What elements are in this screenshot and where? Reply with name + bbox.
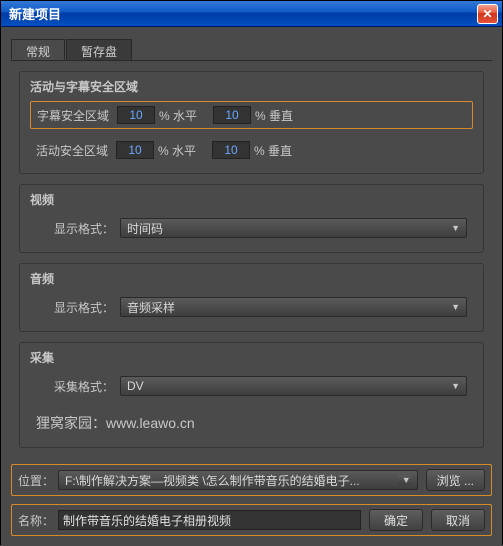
chevron-down-icon: ▼ bbox=[451, 302, 460, 312]
action-safe-row: 活动安全区域 % 水平 % 垂直 bbox=[30, 137, 473, 163]
video-format-dropdown[interactable]: 时间码 ▼ bbox=[120, 218, 467, 238]
v-percent-label: % 垂直 bbox=[255, 107, 293, 124]
h-percent-label: % 水平 bbox=[159, 107, 197, 124]
audio-format-dropdown[interactable]: 音频采样 ▼ bbox=[120, 297, 467, 317]
tab-bar: 常规 暂存盘 bbox=[11, 39, 492, 61]
name-row: 名称： 确定 取消 bbox=[11, 504, 492, 536]
video-format-row: 显示格式： 时间码 ▼ bbox=[30, 214, 473, 242]
capture-format-value: DV bbox=[127, 379, 144, 393]
action-safe-label: 活动安全区域 bbox=[36, 142, 112, 159]
v-percent-label-2: % 垂直 bbox=[254, 142, 292, 159]
watermark-text: 狸窝家园：www.leawo.cn bbox=[30, 409, 473, 437]
tab-scratch[interactable]: 暂存盘 bbox=[66, 39, 132, 60]
audio-format-row: 显示格式： 音频采样 ▼ bbox=[30, 293, 473, 321]
location-dropdown[interactable]: F:\制作解决方案—视频类 \怎么制作带音乐的结婚电子... ▼ bbox=[58, 470, 418, 490]
tab-panel: 活动与字幕安全区域 字幕安全区域 % 水平 % 垂直 活动安全区域 % 水平 %… bbox=[11, 61, 492, 464]
group-audio: 音频 显示格式： 音频采样 ▼ bbox=[19, 263, 484, 332]
title-safe-row: 字幕安全区域 % 水平 % 垂直 bbox=[30, 101, 473, 129]
capture-format-label: 采集格式： bbox=[36, 378, 114, 395]
chevron-down-icon: ▼ bbox=[398, 475, 411, 485]
close-button[interactable]: ✕ bbox=[477, 4, 498, 24]
group-title-video: 视频 bbox=[30, 191, 473, 208]
name-input[interactable] bbox=[58, 510, 361, 530]
action-safe-h-input[interactable] bbox=[116, 141, 154, 159]
audio-format-label: 显示格式： bbox=[36, 299, 114, 316]
action-safe-v-input[interactable] bbox=[212, 141, 250, 159]
ok-button[interactable]: 确定 bbox=[369, 509, 423, 531]
tab-general[interactable]: 常规 bbox=[11, 39, 65, 60]
title-safe-label: 字幕安全区域 bbox=[37, 107, 113, 124]
group-video: 视频 显示格式： 时间码 ▼ bbox=[19, 184, 484, 253]
titlebar[interactable]: 新建项目 ✕ bbox=[1, 1, 502, 27]
group-title-audio: 音频 bbox=[30, 270, 473, 287]
title-safe-v-input[interactable] bbox=[213, 106, 251, 124]
capture-format-row: 采集格式： DV ▼ bbox=[30, 372, 473, 400]
video-format-label: 显示格式： bbox=[36, 220, 114, 237]
dialog-body: 常规 暂存盘 活动与字幕安全区域 字幕安全区域 % 水平 % 垂直 活动安全区域… bbox=[1, 27, 502, 546]
h-percent-label-2: % 水平 bbox=[158, 142, 196, 159]
location-row: 位置： F:\制作解决方案—视频类 \怎么制作带音乐的结婚电子... ▼ 浏览 … bbox=[11, 464, 492, 496]
location-label: 位置： bbox=[18, 472, 54, 489]
capture-format-dropdown[interactable]: DV ▼ bbox=[120, 376, 467, 396]
browse-button[interactable]: 浏览 ... bbox=[426, 469, 485, 491]
chevron-down-icon: ▼ bbox=[451, 223, 460, 233]
chevron-down-icon: ▼ bbox=[451, 381, 460, 391]
window-title: 新建项目 bbox=[9, 4, 477, 23]
location-value: F:\制作解决方案—视频类 \怎么制作带音乐的结婚电子... bbox=[65, 472, 360, 489]
title-safe-h-input[interactable] bbox=[117, 106, 155, 124]
group-title-capture: 采集 bbox=[30, 349, 473, 366]
cancel-button[interactable]: 取消 bbox=[431, 509, 485, 531]
group-safe-areas: 活动与字幕安全区域 字幕安全区域 % 水平 % 垂直 活动安全区域 % 水平 %… bbox=[19, 71, 484, 174]
audio-format-value: 音频采样 bbox=[127, 299, 175, 316]
close-icon: ✕ bbox=[482, 7, 492, 21]
group-capture: 采集 采集格式： DV ▼ 狸窝家园：www.leawo.cn bbox=[19, 342, 484, 448]
group-title-safe: 活动与字幕安全区域 bbox=[30, 78, 473, 95]
dialog-window: 新建项目 ✕ 常规 暂存盘 活动与字幕安全区域 字幕安全区域 % 水平 % 垂直 bbox=[0, 0, 503, 545]
video-format-value: 时间码 bbox=[127, 220, 163, 237]
name-label: 名称： bbox=[18, 512, 54, 529]
